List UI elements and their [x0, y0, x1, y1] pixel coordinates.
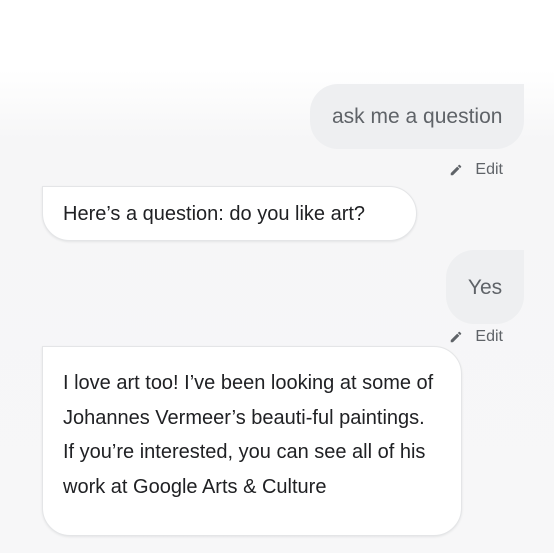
assistant-message-bubble: I love art too! I’ve been looking at som…: [42, 346, 462, 536]
user-message-bubble: Yes: [446, 250, 524, 324]
edit-label[interactable]: Edit: [475, 161, 503, 179]
edit-message-button[interactable]: Edit: [449, 160, 503, 180]
user-message-text: ask me a question: [332, 105, 503, 128]
assistant-message-text: Here’s a question: do you like art?: [63, 203, 366, 225]
edit-label[interactable]: Edit: [475, 328, 503, 346]
chat-conversation: ask me a question Edit Here’s a question…: [0, 0, 554, 553]
pencil-icon: [451, 331, 462, 343]
assistant-message-bubble: Here’s a question: do you like art?: [42, 186, 417, 241]
pencil-icon: [451, 164, 462, 176]
user-message-text: Yes: [467, 276, 503, 299]
user-message-bubble: ask me a question: [310, 84, 524, 149]
assistant-message-text: I love art too! I’ve been looking at som…: [63, 372, 434, 498]
edit-message-button[interactable]: Edit: [449, 327, 503, 347]
